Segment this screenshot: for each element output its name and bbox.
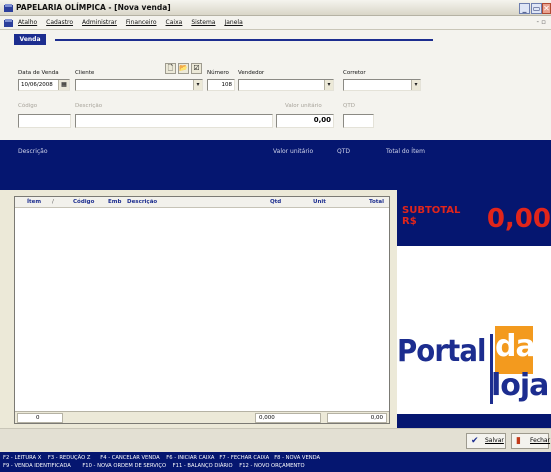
fechar-label: Fechar bbox=[530, 437, 551, 444]
item-info-panel: Descrição Valor unitário QTD Total do Ít… bbox=[0, 140, 551, 190]
chevron-down-icon[interactable]: ▾ bbox=[193, 80, 202, 90]
menu-janela[interactable]: Janela bbox=[224, 19, 242, 26]
qtd-input[interactable] bbox=[343, 114, 374, 128]
shortcut-f3: F3 - REDUÇÃO Z bbox=[47, 455, 91, 461]
chevron-down-icon[interactable]: ▾ bbox=[411, 80, 420, 90]
valor-unitario-input[interactable]: 0,00 bbox=[276, 114, 334, 128]
descricao-label: Descrição bbox=[75, 103, 103, 109]
close-button[interactable]: ✕ bbox=[542, 3, 551, 14]
numero-field[interactable]: 108 bbox=[207, 79, 235, 91]
col-codigo[interactable]: Código bbox=[73, 199, 94, 205]
menu-items: Atalho Cadastro Administrar Financeiro C… bbox=[18, 19, 243, 26]
col-unit[interactable]: Unit bbox=[313, 199, 326, 205]
shortcut-f4: F4 - CANCELAR VENDA bbox=[100, 455, 160, 461]
panel-total-item: Total do Ítem bbox=[386, 148, 425, 155]
sale-form: Venda Data de Venda 10/06/2008 ▦ Cliente… bbox=[0, 30, 551, 140]
shortcut-f2: F2 - LEITURA X bbox=[3, 455, 42, 461]
descricao-input[interactable] bbox=[75, 114, 273, 128]
grid-footer: 0 0,000 0,00 bbox=[15, 411, 389, 423]
title-bar: PAPELARIA OLÍMPICA - [Nova venda] _ ▭ ✕ bbox=[0, 0, 551, 16]
mdi-controls[interactable]: - ▫ bbox=[537, 18, 547, 26]
subtotal-value: 0,00 bbox=[486, 204, 551, 234]
checkmark-icon: ✔ bbox=[471, 436, 479, 446]
shortcut-f11: F11 - BALANÇO DIÁRIO bbox=[172, 463, 233, 469]
new-doc-icon[interactable]: 🗋 bbox=[165, 63, 176, 74]
app-icon bbox=[4, 4, 13, 12]
shortcut-f8: F8 - NOVA VENDA bbox=[274, 455, 321, 461]
salvar-label: Salvar bbox=[485, 437, 504, 444]
col-descricao[interactable]: Descrição bbox=[127, 199, 157, 205]
numero-label: Número bbox=[207, 70, 229, 76]
qtd-label: QTD bbox=[343, 103, 355, 109]
shortcut-footer: F2 - LEITURA X F3 - REDUÇÃO Z F4 - CANCE… bbox=[0, 452, 551, 472]
footer-count: 0 bbox=[17, 413, 63, 423]
chevron-down-icon[interactable]: ▾ bbox=[324, 80, 333, 90]
portal-da-loja-logo: Portal da loja bbox=[397, 246, 551, 414]
menu-app-icon[interactable] bbox=[4, 19, 13, 27]
valor-unitario-value: 0,00 bbox=[313, 116, 331, 124]
checklist-icon[interactable]: ☑ bbox=[191, 63, 202, 74]
tab-venda[interactable]: Venda bbox=[14, 34, 46, 45]
menu-financeiro[interactable]: Financeiro bbox=[126, 19, 157, 26]
menu-sistema[interactable]: Sistema bbox=[191, 19, 215, 26]
cliente-select[interactable]: ▾ bbox=[75, 79, 203, 91]
panel-valor-unitario: Valor unitário bbox=[273, 148, 314, 155]
tab-divider bbox=[55, 39, 433, 41]
open-folder-icon[interactable]: 📂 bbox=[178, 63, 189, 74]
data-venda-value: 10/06/2008 bbox=[21, 82, 53, 88]
restore-button[interactable]: ▭ bbox=[531, 3, 542, 14]
col-total[interactable]: Total bbox=[369, 199, 384, 205]
vendedor-select[interactable]: ▾ bbox=[238, 79, 334, 91]
salvar-button[interactable]: ✔ Salvar bbox=[466, 433, 506, 449]
items-grid[interactable]: Ítem / Código Emb Descrição Qtd Unit Tot… bbox=[14, 196, 390, 424]
data-venda-label: Data de Venda bbox=[18, 70, 59, 76]
shortcut-f12: F12 - NOVO ORÇAMENTO bbox=[239, 463, 305, 469]
subtotal-label-text: SUBTOTAL bbox=[402, 205, 461, 216]
shortcut-f6: F6 - INICIAR CAIXA bbox=[166, 455, 215, 461]
codigo-input[interactable] bbox=[18, 114, 71, 128]
panel-qtd: QTD bbox=[337, 148, 351, 155]
data-venda-field[interactable]: 10/06/2008 ▦ bbox=[18, 79, 70, 91]
grid-header: Ítem / Código Emb Descrição Qtd Unit Tot… bbox=[15, 197, 389, 208]
codigo-label: Código bbox=[18, 103, 38, 109]
footer-total: 0,00 bbox=[327, 413, 387, 423]
menu-caixa[interactable]: Caixa bbox=[166, 19, 183, 26]
numero-value: 108 bbox=[221, 82, 233, 88]
footer-qtd-total: 0,000 bbox=[255, 413, 321, 423]
action-bar: ✔ Salvar ▮ Fechar bbox=[0, 428, 551, 452]
calendar-icon[interactable]: ▦ bbox=[58, 80, 69, 90]
logo-word-loja: loja bbox=[491, 368, 549, 403]
subtotal-label: SUBTOTAL R$ bbox=[402, 205, 460, 227]
logo-word-da: da bbox=[495, 326, 536, 374]
sort-indicator: / bbox=[52, 199, 54, 205]
cliente-label: Cliente bbox=[75, 70, 95, 76]
vendedor-label: Vendedor bbox=[238, 70, 265, 76]
shortcut-f10: F10 - NOVA ORDEM DE SERVIÇO bbox=[82, 463, 167, 469]
shortcut-row-1: F2 - LEITURA X F3 - REDUÇÃO Z F4 - CANCE… bbox=[3, 455, 320, 461]
col-qtd[interactable]: Qtd bbox=[270, 199, 281, 205]
corretor-select[interactable]: ▾ bbox=[343, 79, 421, 91]
menu-bar: Atalho Cadastro Administrar Financeiro C… bbox=[0, 16, 551, 30]
minimize-button[interactable]: _ bbox=[519, 3, 530, 14]
corretor-label: Corretor bbox=[343, 70, 366, 76]
valor-unitario-label: Valor unitário bbox=[285, 103, 322, 109]
shortcut-f7: F7 - FECHAR CAIXA bbox=[219, 455, 270, 461]
menu-administrar[interactable]: Administrar bbox=[82, 19, 117, 26]
panel-descricao: Descrição bbox=[18, 148, 48, 155]
logo-word-portal: Portal bbox=[397, 334, 486, 369]
col-emb[interactable]: Emb bbox=[108, 199, 121, 205]
col-item[interactable]: Ítem bbox=[27, 199, 41, 205]
menu-atalho[interactable]: Atalho bbox=[18, 19, 37, 26]
shortcut-f9: F9 - VENDA IDENTIFICADA bbox=[3, 463, 71, 469]
door-exit-icon: ▮ bbox=[516, 436, 521, 446]
subtotal-currency: R$ bbox=[402, 216, 417, 227]
window-title: PAPELARIA OLÍMPICA - [Nova venda] bbox=[16, 3, 171, 12]
shortcut-row-2: F9 - VENDA IDENTIFICADA F10 - NOVA ORDEM… bbox=[3, 463, 305, 469]
menu-cadastro[interactable]: Cadastro bbox=[46, 19, 73, 26]
fechar-button[interactable]: ▮ Fechar bbox=[511, 433, 551, 449]
